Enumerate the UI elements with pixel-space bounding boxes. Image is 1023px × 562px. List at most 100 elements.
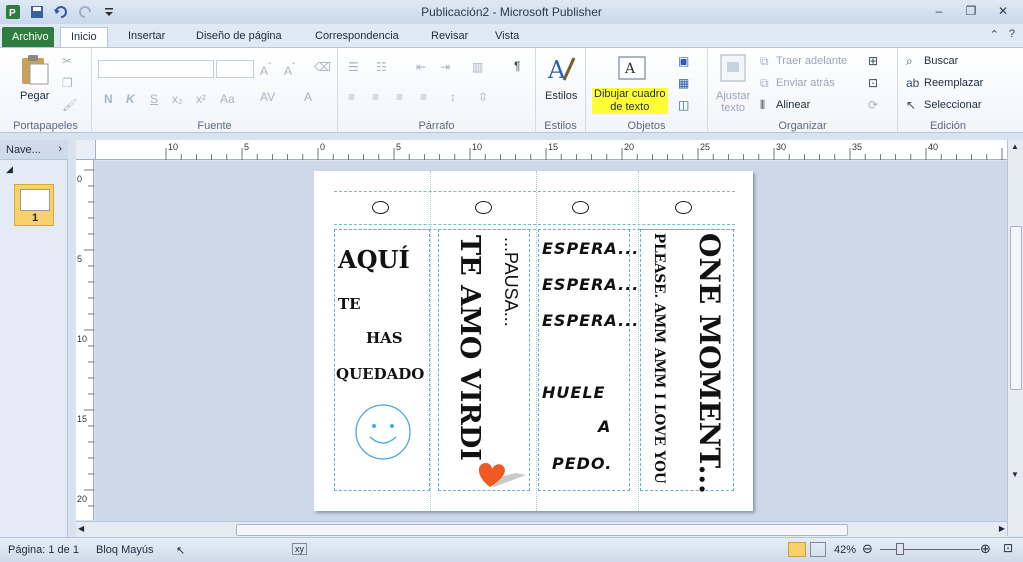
horizontal-scrollbar[interactable]: ◀ ▶ [76,521,1007,537]
vertical-scrollbar[interactable]: ▲ ▼ [1007,140,1023,536]
columns-icon[interactable]: ▥ [472,60,483,74]
draw-textbox-button[interactable]: Dibujar cuadro de texto [592,88,668,114]
ungroup-icon[interactable]: ⊡ [868,76,878,90]
shapes-icon[interactable]: ◫ [678,98,689,112]
vertical-scroll-thumb[interactable] [1010,226,1022,390]
zoom-slider-thumb[interactable] [896,543,904,555]
bold-icon[interactable]: N [104,92,113,106]
zoom-level[interactable]: 42% [834,544,856,556]
bullets-icon[interactable]: ☰ [348,60,359,74]
scroll-down-icon[interactable]: ▼ [1011,470,1019,479]
two-page-view-icon[interactable] [810,542,826,557]
textbox-icon[interactable]: A [618,56,646,85]
tab-diseno-pagina[interactable]: Diseño de página [186,27,292,48]
superscript-icon[interactable]: x² [196,92,206,106]
zoom-in-icon[interactable]: ⊕ [980,541,991,557]
format-painter-icon[interactable]: 🖌 [62,98,77,112]
page-thumbnail[interactable]: 1 [14,184,54,226]
find-button[interactable]: Buscar [924,55,958,67]
increase-indent-icon[interactable]: ⇥ [440,60,450,74]
text-has[interactable]: HAS [366,329,403,347]
justify-icon[interactable]: ≡ [420,90,427,104]
expand-icon[interactable]: ◢ [6,164,13,175]
italic-icon[interactable]: K [126,92,135,106]
line-spacing-icon[interactable]: ↕ [450,90,456,104]
wrap-text-icon[interactable] [720,54,746,85]
tab-revisar[interactable]: Revisar [421,27,478,48]
smiley-icon[interactable] [354,403,412,464]
text-espera-1[interactable]: ESPERA... [542,239,639,258]
align-left-icon[interactable]: ≡ [348,90,355,104]
zoom-slider[interactable] [880,549,980,550]
font-size-combo[interactable] [216,60,254,78]
shrink-font-icon[interactable]: Aˇ [284,62,295,78]
text-huele[interactable]: HUELE [542,383,605,402]
picture-icon[interactable]: ▣ [678,54,689,68]
page-status[interactable]: Página: 1 de 1 [8,544,79,556]
navigation-pane-header[interactable]: Nave... › [0,140,68,160]
restore-button[interactable]: ❐ [957,2,985,20]
text-pedo[interactable]: PEDO. [552,454,612,473]
text-te[interactable]: TE [338,295,361,313]
font-name-combo[interactable] [98,60,214,78]
bring-forward-button[interactable]: Traer adelante [776,55,847,67]
text-quedado[interactable]: QUEDADO [336,365,424,383]
align-center-icon[interactable]: ≡ [372,90,379,104]
single-page-view-icon[interactable] [788,542,806,557]
grow-font-icon[interactable]: Aˆ [260,62,271,78]
rotate-icon[interactable]: ⟳ [868,98,878,112]
panel-3[interactable] [538,229,630,491]
tab-insertar[interactable]: Insertar [118,27,175,48]
text-te-amo-virdi[interactable]: TE AMO VIRDI [454,235,485,461]
help-icon[interactable]: ? [1009,28,1015,41]
text-please-love-you[interactable]: PLEASE. AMM AMM I LOVE YOU [651,233,667,484]
styles-button[interactable]: Estilos [545,90,577,102]
table-icon[interactable]: ▦ [678,76,689,90]
text-a[interactable]: A [598,417,611,436]
numbering-icon[interactable]: ☷ [376,60,387,74]
tab-correspondencia[interactable]: Correspondencia [305,27,409,48]
paragraph-marks-icon[interactable]: ¶ [514,59,520,73]
wrap-text-button[interactable]: Ajustar texto [716,90,750,114]
decrease-indent-icon[interactable]: ⇤ [416,60,426,74]
scroll-right-icon[interactable]: ▶ [999,524,1005,533]
zoom-out-icon[interactable]: ⊖ [862,541,873,557]
minimize-button[interactable]: – [925,2,953,20]
horizontal-scroll-thumb[interactable] [236,524,848,536]
clear-format-icon[interactable]: ⌫ [314,60,331,74]
align-button[interactable]: Alinear [776,99,810,111]
character-spacing-icon[interactable]: AV [260,90,275,104]
minimize-ribbon-icon[interactable]: ⌃ [990,28,999,41]
replace-button[interactable]: Reemplazar [924,77,983,89]
collapse-nav-icon[interactable]: › [58,143,62,155]
tab-vista[interactable]: Vista [485,27,529,48]
styles-icon[interactable]: A [546,54,576,89]
group-objects-icon[interactable]: ⊞ [868,54,878,68]
text-pausa[interactable]: ...PAUSA... [500,237,521,327]
subscript-icon[interactable]: x₂ [172,92,183,106]
text-one-moment[interactable]: ONE MOMENT... [693,233,726,494]
paste-button[interactable]: Pegar [20,90,49,102]
tab-archivo[interactable]: Archivo [2,27,54,48]
font-color-icon[interactable]: A [304,90,312,104]
change-case-icon[interactable]: Aa [220,92,235,106]
paragraph-spacing-icon[interactable]: ⇳ [478,90,488,104]
horizontal-ruler[interactable]: 10 5 0 5 10 15 20 25 30 35 40 [96,140,1008,160]
select-button[interactable]: Seleccionar [924,99,981,111]
close-button[interactable]: ✕ [989,2,1017,20]
tab-inicio[interactable]: Inicio [60,27,108,48]
scroll-left-icon[interactable]: ◀ [78,524,84,533]
align-right-icon[interactable]: ≡ [396,90,403,104]
copy-icon[interactable]: ❐ [62,76,73,90]
vertical-ruler[interactable]: 0 5 10 15 20 [76,160,94,520]
text-espera-3[interactable]: ESPERA... [542,311,639,330]
underline-icon[interactable]: S [150,92,158,106]
send-backward-button[interactable]: Enviar atrás [776,77,835,89]
scroll-up-icon[interactable]: ▲ [1011,142,1019,151]
fit-page-icon[interactable]: ⊡ [1003,541,1013,555]
paste-icon[interactable] [20,54,50,89]
publication-page[interactable]: AQUÍ TE HAS QUEDADO TE AMO VIRDI ...PAUS… [314,171,753,511]
cut-icon[interactable]: ✂ [62,54,72,68]
text-espera-2[interactable]: ESPERA... [542,275,639,294]
text-aqui[interactable]: AQUÍ [338,245,410,274]
